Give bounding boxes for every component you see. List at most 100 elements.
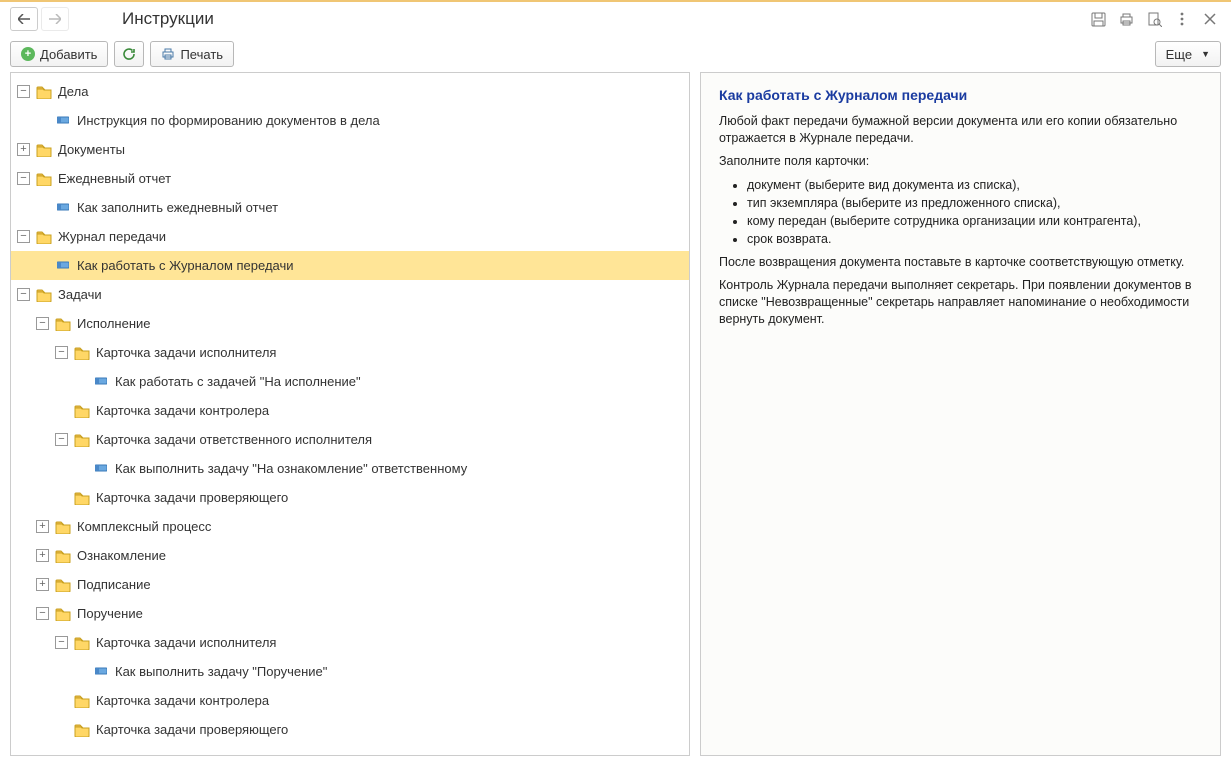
tree-node-label: Задачи bbox=[58, 287, 102, 302]
arrow-right-icon bbox=[49, 14, 61, 24]
more-button-label: Еще bbox=[1166, 47, 1192, 62]
tree-item[interactable]: Как выполнить задачу "На ознакомление" о… bbox=[11, 454, 689, 483]
detail-bullet: срок возврата. bbox=[747, 230, 1202, 248]
folder-icon bbox=[55, 549, 71, 563]
tree-node-label: Карточка задачи контролера bbox=[96, 403, 269, 418]
plus-circle-icon: + bbox=[21, 47, 35, 61]
more-button[interactable]: Еще ▼ bbox=[1155, 41, 1221, 67]
collapse-icon[interactable]: − bbox=[17, 288, 30, 301]
detail-bullets: документ (выберите вид документа из спис… bbox=[747, 176, 1202, 249]
tree-node-label: Комплексный процесс bbox=[77, 519, 211, 534]
collapse-icon[interactable]: − bbox=[17, 230, 30, 243]
tree-folder[interactable]: − Задачи bbox=[11, 280, 689, 309]
detail-paragraph: Контроль Журнала передачи выполняет секр… bbox=[719, 277, 1202, 328]
collapse-icon[interactable]: − bbox=[55, 433, 68, 446]
collapse-icon[interactable]: − bbox=[55, 346, 68, 359]
tree-node-label: Поручение bbox=[77, 606, 143, 621]
tree-node-label: Как заполнить ежедневный отчет bbox=[77, 200, 278, 215]
detail-paragraph: После возвращения документа поставьте в … bbox=[719, 254, 1202, 271]
tree-folder[interactable]: − Дела bbox=[11, 77, 689, 106]
collapse-icon[interactable]: − bbox=[17, 85, 30, 98]
tree-node-label: Ежедневный отчет bbox=[58, 171, 171, 186]
tree-node-label: Как работать с Журналом передачи bbox=[77, 258, 294, 273]
tree-folder[interactable]: − Поручение bbox=[11, 599, 689, 628]
tree-node-label: Исполнение bbox=[77, 316, 151, 331]
tree-folder[interactable]: − Журнал передачи bbox=[11, 222, 689, 251]
tree-folder[interactable]: − Карточка задачи ответственного исполнит… bbox=[11, 425, 689, 454]
page-title: Инструкции bbox=[122, 9, 214, 29]
folder-icon bbox=[74, 636, 90, 650]
tree-folder[interactable]: − Карточка задачи исполнителя bbox=[11, 338, 689, 367]
nav-forward-button[interactable] bbox=[41, 7, 69, 31]
expand-icon[interactable]: + bbox=[36, 578, 49, 591]
folder-icon bbox=[36, 85, 52, 99]
tree-folder[interactable]: Карточка задачи контролера bbox=[11, 686, 689, 715]
collapse-icon[interactable]: − bbox=[36, 317, 49, 330]
folder-icon bbox=[74, 694, 90, 708]
tree-node-label: Карточка задачи ответственного исполните… bbox=[96, 432, 372, 447]
tree-node-label: Инструкция по формированию документов в … bbox=[77, 113, 380, 128]
tree-item[interactable]: Инструкция по формированию документов в … bbox=[11, 106, 689, 135]
folder-icon bbox=[55, 607, 71, 621]
document-icon bbox=[93, 461, 115, 476]
detail-panel: Как работать с Журналом передачи Любой ф… bbox=[700, 72, 1221, 756]
document-icon bbox=[55, 200, 77, 215]
tree-item[interactable]: Как работать с задачей "На исполнение" bbox=[11, 367, 689, 396]
tree-node-label: Карточка задачи исполнителя bbox=[96, 345, 276, 360]
tree-item[interactable]: Как заполнить ежедневный отчет bbox=[11, 193, 689, 222]
refresh-button[interactable] bbox=[114, 41, 144, 67]
tree-folder[interactable]: − Карточка задачи исполнителя bbox=[11, 628, 689, 657]
tree-folder[interactable]: + Комплексный процесс bbox=[11, 512, 689, 541]
printer-icon bbox=[161, 47, 175, 61]
tree-item[interactable]: Как работать с Журналом передачи bbox=[11, 251, 689, 280]
print-button[interactable]: Печать bbox=[150, 41, 234, 67]
folder-icon bbox=[36, 172, 52, 186]
expand-icon[interactable]: + bbox=[36, 549, 49, 562]
tree-node-label: Как выполнить задачу "На ознакомление" о… bbox=[115, 461, 467, 476]
tree-folder[interactable]: + Подписание bbox=[11, 570, 689, 599]
close-icon[interactable] bbox=[1199, 8, 1221, 30]
print-icon[interactable] bbox=[1115, 8, 1137, 30]
tree-node-label: Подписание bbox=[77, 577, 151, 592]
tree-node-label: Журнал передачи bbox=[58, 229, 166, 244]
save-icon[interactable] bbox=[1087, 8, 1109, 30]
collapse-icon[interactable]: − bbox=[55, 636, 68, 649]
tree-node-label: Документы bbox=[58, 142, 125, 157]
expand-icon[interactable]: + bbox=[36, 520, 49, 533]
tree-folder[interactable]: Карточка задачи проверяющего bbox=[11, 715, 689, 744]
folder-icon bbox=[55, 520, 71, 534]
add-button-label: Добавить bbox=[40, 47, 97, 62]
kebab-icon[interactable] bbox=[1171, 8, 1193, 30]
refresh-icon bbox=[122, 47, 136, 61]
folder-icon bbox=[74, 433, 90, 447]
detail-title: Как работать с Журналом передачи bbox=[719, 87, 1202, 103]
preview-icon[interactable] bbox=[1143, 8, 1165, 30]
arrow-left-icon bbox=[18, 14, 30, 24]
tree-item[interactable]: Как выполнить задачу "Поручение" bbox=[11, 657, 689, 686]
document-icon bbox=[55, 113, 77, 128]
tree-folder[interactable]: − Ежедневный отчет bbox=[11, 164, 689, 193]
tree-node-label: Карточка задачи проверяющего bbox=[96, 490, 288, 505]
tree-panel[interactable]: − Дела Инструкция по формированию документ… bbox=[10, 72, 690, 756]
tree-folder[interactable]: Карточка задачи проверяющего bbox=[11, 483, 689, 512]
tree-folder[interactable]: + Документы bbox=[11, 135, 689, 164]
tree-node-label: Карточка задачи исполнителя bbox=[96, 635, 276, 650]
folder-icon bbox=[74, 404, 90, 418]
tree-folder[interactable]: − Исполнение bbox=[11, 309, 689, 338]
collapse-icon[interactable]: − bbox=[17, 172, 30, 185]
tree-node-label: Как работать с задачей "На исполнение" bbox=[115, 374, 361, 389]
nav-back-button[interactable] bbox=[10, 7, 38, 31]
collapse-icon[interactable]: − bbox=[36, 607, 49, 620]
add-button[interactable]: + Добавить bbox=[10, 41, 108, 67]
folder-icon bbox=[36, 230, 52, 244]
document-icon bbox=[55, 258, 77, 273]
tree-node-label: Дела bbox=[58, 84, 88, 99]
detail-bullet: кому передан (выберите сотрудника органи… bbox=[747, 212, 1202, 230]
tree-folder[interactable]: +Ознакомление bbox=[11, 541, 689, 570]
folder-icon bbox=[55, 578, 71, 592]
tree-folder[interactable]: Карточка задачи контролера bbox=[11, 396, 689, 425]
folder-icon bbox=[74, 346, 90, 360]
folder-icon bbox=[36, 288, 52, 302]
expand-icon[interactable]: + bbox=[17, 143, 30, 156]
folder-icon bbox=[74, 491, 90, 505]
